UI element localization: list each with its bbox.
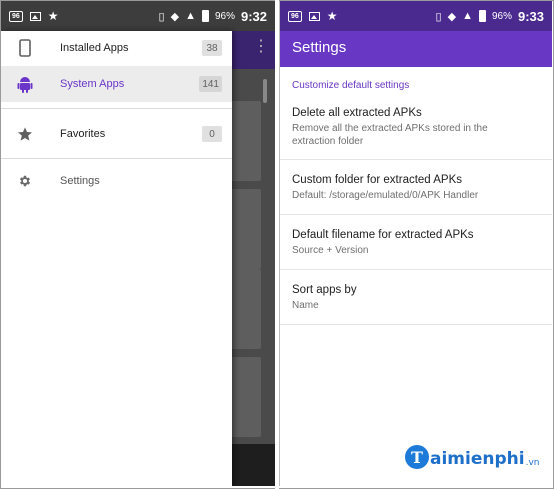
pref-summary: Name <box>292 300 319 311</box>
page-title: Settings <box>292 39 347 56</box>
count-badge: 0 <box>202 126 222 142</box>
status-time: 9:32 <box>240 8 267 24</box>
watermark-logo-icon: T <box>405 445 429 469</box>
drawer-item-label: Settings <box>60 175 100 187</box>
pref-title: Sort apps by <box>292 284 357 296</box>
background-scrollbar[interactable] <box>263 79 267 103</box>
pref-summary: Remove all the extracted APKs stored in … <box>292 123 488 147</box>
star-notification-icon: ★ <box>326 9 338 23</box>
pref-summary: Source + Version <box>292 245 369 256</box>
status-bar: 96 ★ ▯ ◆ ▲ 96% 9:33 <box>280 1 552 31</box>
watermark-logo: T aimienphi .vn <box>405 445 539 469</box>
android-icon <box>15 74 35 94</box>
overflow-menu-icon: ⋮ <box>253 38 269 55</box>
pref-delete-extracted-apks[interactable]: Delete all extracted APKs Remove all the… <box>280 101 552 160</box>
count-badge: 38 <box>202 40 222 56</box>
pref-title: Delete all extracted APKs <box>292 107 422 119</box>
status-time: 9:33 <box>517 8 544 24</box>
notification-chip-icon: 96 <box>9 10 23 22</box>
count-badge: 141 <box>199 76 222 92</box>
drawer-item-settings[interactable]: Settings <box>1 163 232 199</box>
star-icon <box>15 124 35 144</box>
watermark-text: aimienphi <box>430 449 525 469</box>
background-card <box>229 357 261 437</box>
battery-percent: 96% <box>214 10 235 22</box>
drawer-item-label: System Apps <box>60 78 125 90</box>
phone-icon <box>15 38 35 58</box>
settings-list: Customize default settings Delete all ex… <box>280 67 552 486</box>
vibrate-icon: ▯ <box>158 10 165 23</box>
app-bar: Settings <box>280 31 552 67</box>
image-notification-icon <box>308 11 320 21</box>
background-card <box>229 269 261 349</box>
vibrate-icon: ▯ <box>435 10 442 23</box>
background-card <box>229 101 261 181</box>
pref-default-filename[interactable]: Default filename for extracted APKs Sour… <box>280 215 552 270</box>
pref-custom-folder[interactable]: Custom folder for extracted APKs Default… <box>280 160 552 215</box>
signal-icon: ▲ <box>185 10 196 22</box>
watermark-suffix: .vn <box>525 458 540 468</box>
settings-category-header: Customize default settings <box>292 80 410 91</box>
background-card <box>229 189 261 269</box>
status-bar: 96 ★ ▯ ◆ ▲ 96% 9:32 <box>1 1 275 31</box>
pref-summary: Default: /storage/emulated/0/APK Handler <box>292 190 479 201</box>
left-phone: 96 ★ ▯ ◆ ▲ 96% 9:32 ⋮ Installed Apps 38 <box>1 1 275 486</box>
notification-chip-icon: 96 <box>288 10 302 22</box>
battery-icon <box>478 10 486 22</box>
background-ad-banner <box>229 444 275 486</box>
battery-icon <box>201 10 209 22</box>
right-phone: 96 ★ ▯ ◆ ▲ 96% 9:33 Settings Customize d… <box>279 1 552 486</box>
pref-sort-apps[interactable]: Sort apps by Name <box>280 270 552 325</box>
drawer-divider <box>1 108 232 109</box>
drawer-item-label: Installed Apps <box>60 42 129 54</box>
wifi-icon: ◆ <box>170 10 180 23</box>
star-notification-icon: ★ <box>47 9 59 23</box>
drawer-divider <box>1 158 232 159</box>
navigation-drawer: Installed Apps 38 System Apps 141 Favori… <box>1 31 232 486</box>
drawer-item-system-apps[interactable]: System Apps 141 <box>1 66 232 102</box>
wifi-icon: ◆ <box>447 10 457 23</box>
battery-percent: 96% <box>491 10 512 22</box>
gear-icon <box>15 171 35 191</box>
pref-title: Custom folder for extracted APKs <box>292 174 463 186</box>
signal-icon: ▲ <box>462 10 473 22</box>
pref-title: Default filename for extracted APKs <box>292 229 474 241</box>
drawer-item-favorites[interactable]: Favorites 0 <box>1 116 232 152</box>
image-notification-icon <box>29 11 41 21</box>
drawer-item-label: Favorites <box>60 128 106 140</box>
drawer-item-installed-apps[interactable]: Installed Apps 38 <box>1 30 232 66</box>
